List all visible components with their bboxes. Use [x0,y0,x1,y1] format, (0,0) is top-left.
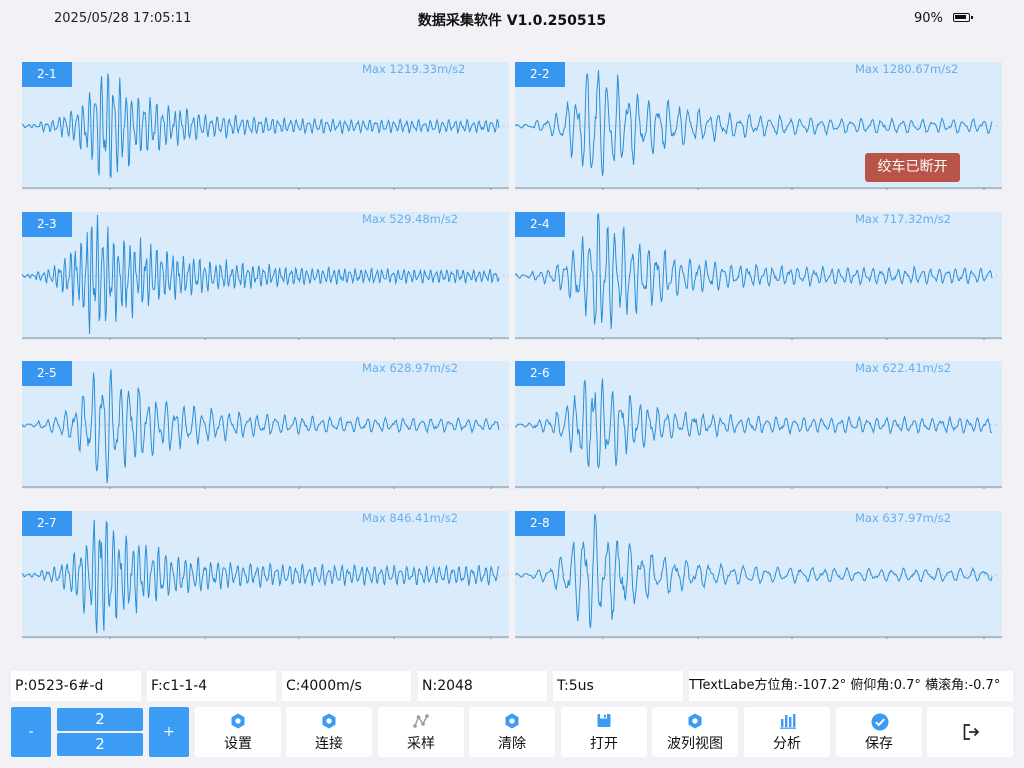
waveform-plot: 2468ms [22,214,509,340]
connect-label: 连接 [315,736,343,752]
waveform-trace [22,519,500,634]
status-bar: 2025/05/28 17:05:11 数据采集软件 V1.0.250515 9… [0,0,1024,40]
settings-button[interactable]: 设置 [195,707,281,757]
interval-field: T:5us [553,671,683,701]
samples-field: N:2048 [418,671,547,701]
wave-view-icon [688,713,702,729]
channel-label: 2-2 [515,62,565,87]
waveform-panel-2-3[interactable]: 2468ms2-3 Max 529.48m/s2 [22,212,509,340]
waveform-plot: 2468ms [22,369,509,489]
decrement-button[interactable]: - [11,707,51,757]
settings-icon [231,713,245,729]
project-field: P:0523-6#-d [11,671,141,701]
logout-icon [963,724,980,740]
max-amplitude: Max 1219.33m/s2 [362,62,466,76]
max-amplitude: Max 628.97m/s2 [362,361,459,375]
clear-icon [505,713,519,729]
waveform-trace [515,212,993,330]
max-amplitude: Max 846.41m/s2 [362,511,459,525]
page-top-value[interactable]: 2 [57,708,143,731]
max-amplitude: Max 637.97m/s2 [855,511,952,525]
waveform-trace [22,369,500,484]
channel-label: 2-4 [515,212,565,237]
waveform-plot: 2468ms [515,513,1002,639]
connect-icon [322,713,336,729]
max-amplitude: Max 529.48m/s2 [362,212,459,226]
waveform-trace [515,378,993,469]
channel-label: 2-8 [515,511,565,536]
check-circle-icon [871,713,889,731]
channel-label: 2-5 [22,361,72,386]
channel-label: 2-3 [22,212,72,237]
waveform-panel-2-4[interactable]: 2468ms2-4 Max 717.32m/s2 [515,212,1002,340]
orientation-readout: TTextLabe方位角:-107.2° 俯仰角:0.7° 横滚角:-0.7° [689,671,1013,701]
sample-label: 采样 [407,736,435,752]
waveform-panel-2-6[interactable]: 2468ms2-6 Max 622.41m/s2 [515,361,1002,489]
settings-label: 设置 [224,736,252,752]
waveform-plot: 2468ms [22,73,509,190]
floppy-icon [597,714,611,727]
channel-label: 2-1 [22,62,72,87]
sample-icon [413,714,429,728]
max-amplitude: Max 1280.67m/s2 [855,62,959,76]
waveform-trace [22,214,500,335]
battery-icon [953,13,973,22]
wave-view-label: 波列视图 [667,736,723,752]
waveform-panel-2-7[interactable]: 2468ms2-7 Max 846.41m/s2 [22,511,509,639]
wave-view-button[interactable]: 波列视图 [652,707,738,757]
max-amplitude: Max 717.32m/s2 [855,212,952,226]
clear-button[interactable]: 清除 [469,707,555,757]
app-title: 数据采集软件 V1.0.250515 [417,13,607,29]
open-label: 打开 [590,736,618,752]
page-bottom-value[interactable]: 2 [57,733,143,756]
waveform-panel-2-5[interactable]: 2468ms2-5 Max 628.97m/s2 [22,361,509,489]
connect-button[interactable]: 连接 [286,707,372,757]
sample-button[interactable]: 采样 [378,707,464,757]
save-button[interactable]: 保存 [836,707,922,757]
bar-chart-icon [780,714,796,729]
waveform-plot: 2468ms [515,378,1002,489]
waveform-plot: 2468ms [22,519,509,639]
winch-disconnected-badge[interactable]: 绞车已断开 [865,153,960,182]
channel-label: 2-7 [22,511,72,536]
waveform-panel-2-8[interactable]: 2468ms2-8 Max 637.97m/s2 [515,511,1002,639]
clear-label: 清除 [498,736,526,752]
analyze-button[interactable]: 分析 [744,707,830,757]
velocity-field: C:4000m/s [282,671,411,701]
open-button[interactable]: 打开 [561,707,647,757]
analyze-label: 分析 [773,736,801,752]
max-amplitude: Max 622.41m/s2 [855,361,952,375]
waveform-plot: 2468ms [515,212,1002,340]
waveform-panel-2-1[interactable]: 2468ms2-1 Max 1219.33m/s2 [22,62,509,190]
channel-label: 2-6 [515,361,565,386]
save-label: 保存 [865,736,893,752]
logout-button[interactable] [927,707,1013,757]
increment-button[interactable]: + [149,707,189,757]
battery-percent: 90% [914,11,943,26]
waveform-trace [515,513,993,628]
file-field: F:c1-1-4 [147,671,276,701]
waveform-trace [22,73,500,178]
